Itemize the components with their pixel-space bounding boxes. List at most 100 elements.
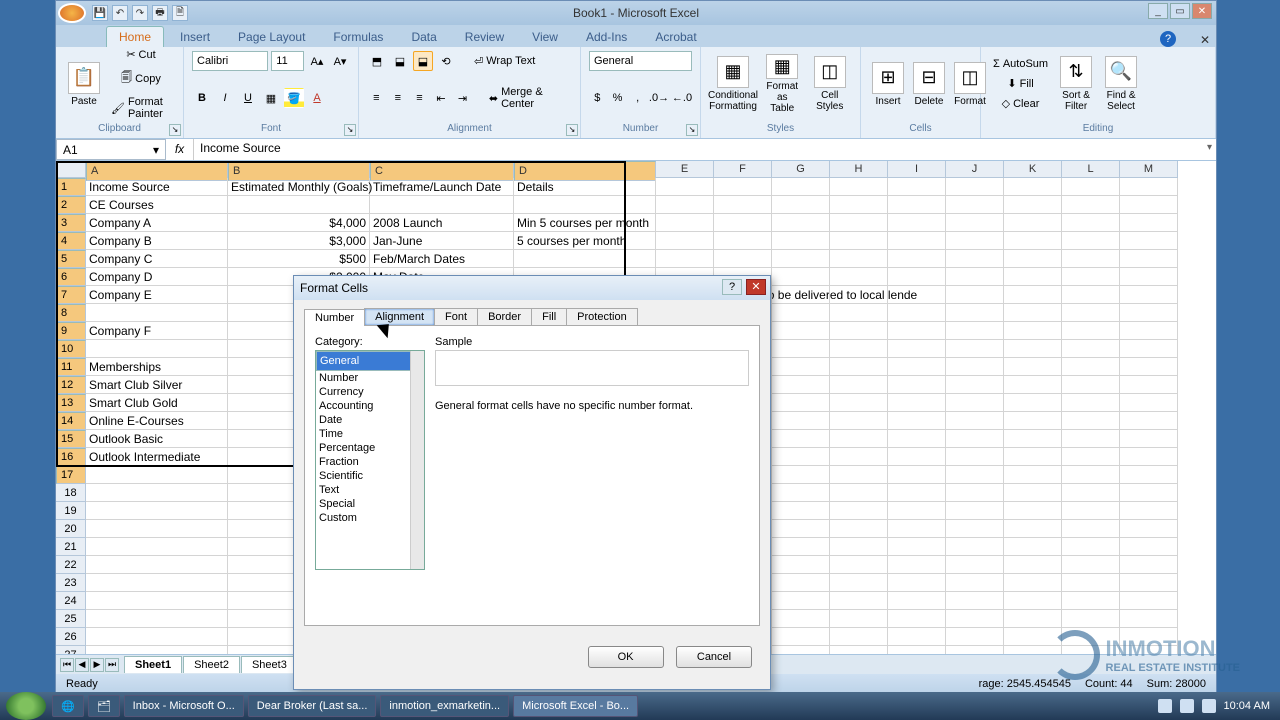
- cell[interactable]: [772, 286, 830, 304]
- cell[interactable]: [1062, 430, 1120, 448]
- ribbon-tab-insert[interactable]: Insert: [168, 27, 222, 47]
- cut-button[interactable]: ✂ Cut: [107, 45, 175, 64]
- bold-button[interactable]: B: [192, 88, 212, 108]
- ribbon-tab-data[interactable]: Data: [399, 27, 448, 47]
- cell[interactable]: [1062, 250, 1120, 268]
- cell[interactable]: [946, 430, 1004, 448]
- column-header[interactable]: L: [1062, 161, 1120, 178]
- cell[interactable]: [1062, 376, 1120, 394]
- row-header[interactable]: 12: [56, 376, 86, 394]
- dialog-tab-protection[interactable]: Protection: [566, 308, 638, 325]
- cell[interactable]: [1004, 520, 1062, 538]
- row-header[interactable]: 9: [56, 322, 86, 340]
- cell[interactable]: [946, 610, 1004, 628]
- cell[interactable]: [772, 178, 830, 196]
- cell[interactable]: [888, 538, 946, 556]
- align-middle-button[interactable]: ⬓: [390, 51, 410, 71]
- cell[interactable]: [1004, 610, 1062, 628]
- percent-format-button[interactable]: %: [609, 88, 627, 108]
- cell[interactable]: [946, 502, 1004, 520]
- cell[interactable]: Min 5 courses per month: [514, 214, 656, 232]
- cell[interactable]: [772, 574, 830, 592]
- name-box[interactable]: A1▾: [56, 139, 166, 160]
- chevron-down-icon[interactable]: ▾: [153, 143, 159, 157]
- row-header[interactable]: 13: [56, 394, 86, 412]
- cell[interactable]: [772, 610, 830, 628]
- cell[interactable]: [830, 376, 888, 394]
- cell[interactable]: [514, 250, 656, 268]
- underline-button[interactable]: U: [238, 88, 258, 108]
- sheet-tab[interactable]: Sheet2: [183, 656, 240, 673]
- font-launcher[interactable]: ↘: [344, 124, 356, 136]
- row-header[interactable]: 24: [56, 592, 86, 610]
- cell[interactable]: [1004, 484, 1062, 502]
- cell[interactable]: [86, 304, 228, 322]
- cell[interactable]: [1120, 376, 1178, 394]
- sheet-nav-prev[interactable]: ◀: [75, 658, 89, 672]
- cell[interactable]: [1004, 322, 1062, 340]
- cell[interactable]: [1062, 592, 1120, 610]
- cell[interactable]: [1120, 358, 1178, 376]
- cell[interactable]: [1004, 286, 1062, 304]
- cell[interactable]: [946, 538, 1004, 556]
- copy-button[interactable]: 🗐 Copy: [107, 66, 175, 91]
- cell[interactable]: Estimated Monthly (Goals): [228, 178, 370, 196]
- row-header[interactable]: 20: [56, 520, 86, 538]
- cell[interactable]: [888, 178, 946, 196]
- cell[interactable]: [772, 358, 830, 376]
- cell[interactable]: [86, 538, 228, 556]
- cell[interactable]: [946, 574, 1004, 592]
- sheet-tab[interactable]: Sheet3: [241, 656, 298, 673]
- cell[interactable]: [772, 538, 830, 556]
- cell[interactable]: [772, 448, 830, 466]
- cell[interactable]: [946, 322, 1004, 340]
- column-header[interactable]: H: [830, 161, 888, 178]
- cell[interactable]: Company B: [86, 232, 228, 250]
- cell[interactable]: [946, 214, 1004, 232]
- fill-button[interactable]: ⬇ Fill: [989, 74, 1052, 93]
- cell[interactable]: [1062, 268, 1120, 286]
- row-header[interactable]: 6: [56, 268, 86, 286]
- decrease-indent-button[interactable]: ⇤: [432, 88, 451, 108]
- column-header[interactable]: J: [946, 161, 1004, 178]
- qat-save-icon[interactable]: 💾: [92, 5, 108, 21]
- wrap-text-button[interactable]: ⏎ Wrap Text: [470, 52, 539, 71]
- cell[interactable]: [1120, 232, 1178, 250]
- cell[interactable]: [1062, 358, 1120, 376]
- row-header[interactable]: 19: [56, 502, 86, 520]
- cell[interactable]: [946, 340, 1004, 358]
- cell[interactable]: [1062, 484, 1120, 502]
- sheet-tab[interactable]: Sheet1: [124, 656, 182, 673]
- cell[interactable]: [830, 520, 888, 538]
- cell[interactable]: [1004, 214, 1062, 232]
- cell[interactable]: [1120, 250, 1178, 268]
- cell[interactable]: [772, 196, 830, 214]
- cell[interactable]: [1120, 214, 1178, 232]
- row-header[interactable]: 7: [56, 286, 86, 304]
- align-right-button[interactable]: ≡: [410, 88, 429, 108]
- row-header[interactable]: 11: [56, 358, 86, 376]
- cell[interactable]: [1004, 628, 1062, 646]
- cell[interactable]: [888, 214, 946, 232]
- row-header[interactable]: 10: [56, 340, 86, 358]
- cell[interactable]: [830, 322, 888, 340]
- cell[interactable]: [888, 520, 946, 538]
- cell[interactable]: [1062, 556, 1120, 574]
- cell[interactable]: [656, 250, 714, 268]
- cell[interactable]: [1004, 268, 1062, 286]
- cell[interactable]: [772, 502, 830, 520]
- cell[interactable]: Smart Club Gold: [86, 394, 228, 412]
- cell[interactable]: [888, 322, 946, 340]
- cell[interactable]: [1120, 574, 1178, 592]
- cell[interactable]: [1120, 304, 1178, 322]
- listbox-scrollbar[interactable]: [410, 351, 424, 569]
- cell[interactable]: [888, 412, 946, 430]
- cell[interactable]: Income Source: [86, 178, 228, 196]
- cell[interactable]: [714, 250, 772, 268]
- cell[interactable]: Online E-Courses: [86, 412, 228, 430]
- cell[interactable]: [1004, 430, 1062, 448]
- cell[interactable]: [1004, 592, 1062, 610]
- ribbon-tab-home[interactable]: Home: [106, 26, 164, 47]
- cell[interactable]: [714, 214, 772, 232]
- clipboard-launcher[interactable]: ↘: [169, 124, 181, 136]
